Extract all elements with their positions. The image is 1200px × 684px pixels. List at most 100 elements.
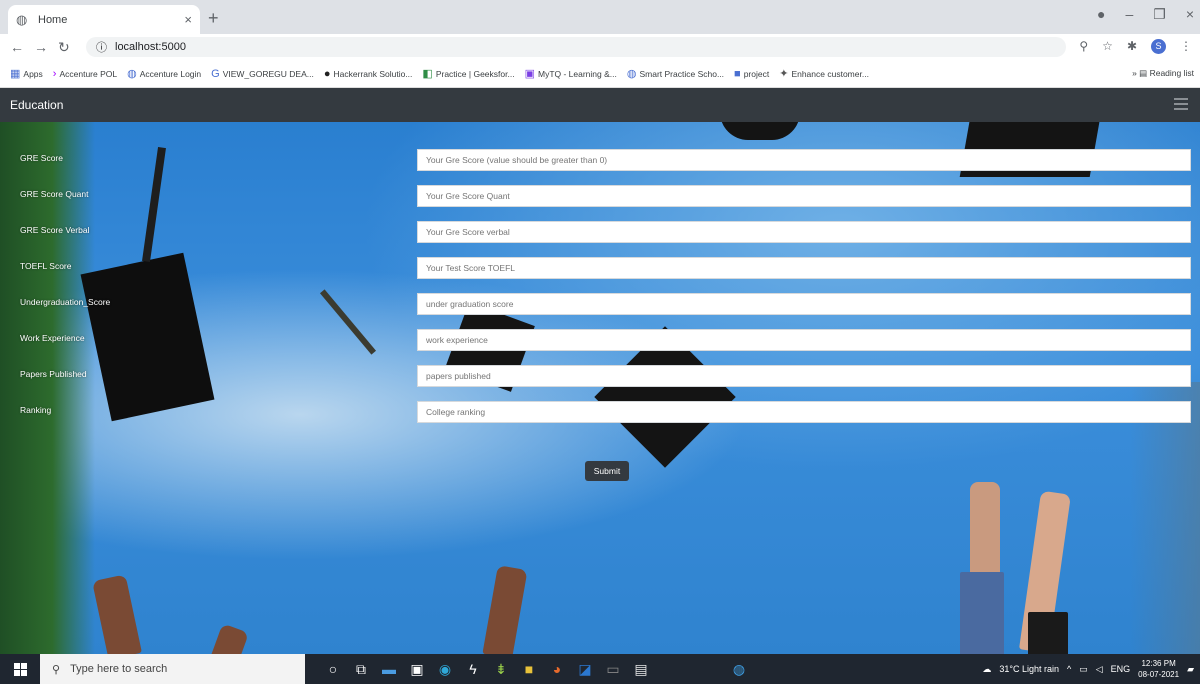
start-button[interactable]	[0, 654, 40, 684]
extensions-icon[interactable]: ✱	[1127, 39, 1137, 54]
notification-icon[interactable]: ▰	[1187, 664, 1194, 675]
browser-tab-strip: ◍ Home × + ● – ❐ ×	[0, 0, 1200, 34]
close-tab-icon[interactable]: ×	[184, 12, 192, 27]
chrome-icon[interactable]: ◕	[543, 654, 571, 684]
search-icon: ⚲	[52, 663, 61, 676]
github-icon: ●	[323, 67, 331, 80]
store-icon[interactable]: ▣	[403, 654, 431, 684]
raised-hand	[482, 565, 528, 654]
undergrad-score-input[interactable]	[417, 293, 1191, 315]
menu-kebab-icon[interactable]: ⋮	[1180, 39, 1192, 54]
address-bar-row: ← → ↻ ⓘ localhost:5000 ⚲ ☆ ✱ S ⋮	[0, 34, 1200, 60]
bookmarks-bar: ▦ Apps › Accenture POL ◍ Accenture Login GV…	[0, 60, 1200, 88]
help-icon[interactable]: ◍	[725, 654, 753, 684]
date: 08-07-2021	[1138, 670, 1180, 679]
network-icon[interactable]: ▭	[1079, 664, 1088, 675]
browser-tab[interactable]: ◍ Home ×	[8, 5, 200, 34]
app-icon[interactable]: ⇟	[487, 654, 515, 684]
bookmark-apps[interactable]: ▦ Apps	[10, 67, 43, 80]
hero-background: GRE Score GRE Score Quant GRE Score Verb…	[0, 122, 1200, 654]
graduation-cap	[720, 122, 800, 140]
globe-icon: ◍	[16, 11, 28, 27]
chevron-up-icon[interactable]: ^	[1067, 664, 1071, 674]
graduation-cap	[80, 252, 215, 422]
gre-score-input[interactable]	[417, 149, 1191, 171]
terminal-icon[interactable]: ▭	[599, 654, 627, 684]
window-controls: ● – ❐ ×	[1097, 6, 1194, 23]
globe-icon: ◍	[127, 68, 137, 80]
url-text: localhost:5000	[115, 41, 186, 53]
edge-icon[interactable]: ◉	[431, 654, 459, 684]
sleeve	[960, 572, 1004, 654]
label-ranking: Ranking	[20, 405, 52, 415]
volume-icon[interactable]: ◁	[1096, 664, 1103, 675]
bookmark-item[interactable]: G VIEW_GOREGU DEA...	[211, 68, 314, 80]
label-undergrad: Undergraduation_Score	[20, 297, 111, 307]
weather-text[interactable]: 31°C Light rain	[999, 664, 1059, 674]
raised-hand	[209, 623, 249, 654]
bookmark-item[interactable]: ● Hackerrank Solutio...	[324, 68, 413, 80]
bookmark-item[interactable]: ✦ Enhance customer...	[779, 67, 869, 80]
windows-taskbar: ⚲ Type here to search ○ ⧉ ▬ ▣ ◉ ϟ ⇟ ■ ◕ …	[0, 654, 1200, 684]
toolbar-icons: ⚲ ☆ ✱ S ⋮	[1079, 39, 1192, 54]
zoom-icon[interactable]: ⚲	[1079, 39, 1088, 54]
gre-verbal-input[interactable]	[417, 221, 1191, 243]
reload-icon[interactable]: ↻	[58, 39, 70, 56]
bookmark-item[interactable]: ◍ Accenture Login	[127, 67, 201, 80]
search-placeholder: Type here to search	[70, 663, 168, 675]
star-icon[interactable]: ☆	[1102, 39, 1113, 54]
vscode-icon[interactable]: ◪	[571, 654, 599, 684]
globe-icon: ◍	[626, 68, 637, 80]
system-tray: ☁ 31°C Light rain ^ ▭ ◁ ENG 12:36 PM 08-…	[982, 654, 1194, 684]
mytq-icon: ▣	[524, 68, 535, 80]
apps-grid-icon: ▦	[10, 68, 21, 80]
back-icon[interactable]: ←	[10, 39, 24, 55]
notepad-icon[interactable]: ▤	[627, 654, 655, 684]
hamburger-menu-icon[interactable]	[1174, 98, 1188, 110]
windows-logo-icon	[13, 662, 27, 676]
cortana-icon[interactable]: ○	[319, 654, 347, 684]
toefl-input[interactable]	[417, 257, 1191, 279]
navbar-brand[interactable]: Education	[10, 98, 63, 112]
tree-foliage	[0, 122, 95, 654]
forward-icon[interactable]: →	[34, 39, 48, 55]
label-gre-score: GRE Score	[20, 153, 63, 163]
bookmark-item[interactable]: ▣ MyTQ - Learning &...	[525, 67, 617, 80]
mail-icon[interactable]: ▬	[375, 654, 403, 684]
file-explorer-icon[interactable]: ■	[515, 654, 543, 684]
language-indicator[interactable]: ENG	[1111, 664, 1131, 674]
minimize-icon[interactable]: –	[1125, 6, 1133, 23]
url-bar[interactable]: ⓘ localhost:5000	[86, 37, 1066, 57]
info-icon[interactable]: ⓘ	[96, 39, 107, 55]
college-ranking-input[interactable]	[417, 401, 1191, 423]
papers-published-input[interactable]	[417, 365, 1191, 387]
clock[interactable]: 12:36 PM 08-07-2021	[1138, 658, 1179, 680]
bookmark-item[interactable]: ■ project	[734, 68, 769, 80]
sparkle-icon: ✦	[779, 68, 789, 80]
time: 12:36 PM	[1141, 659, 1176, 668]
close-window-icon[interactable]: ×	[1186, 6, 1194, 23]
sleeve	[1028, 612, 1068, 654]
bookmark-item[interactable]: ◧ Practice | Geeksfor...	[422, 67, 514, 80]
gre-quant-input[interactable]	[417, 185, 1191, 207]
new-tab-icon[interactable]: +	[208, 8, 219, 29]
task-view-icon[interactable]: ⧉	[347, 654, 375, 684]
app-icon[interactable]: ϟ	[459, 654, 487, 684]
restore-icon[interactable]: ❐	[1153, 6, 1166, 23]
work-experience-input[interactable]	[417, 329, 1191, 351]
weather-icon[interactable]: ☁	[982, 664, 991, 675]
bookmark-item[interactable]: › Accenture POL	[53, 68, 117, 80]
submit-button[interactable]: Submit	[585, 461, 629, 481]
folder-icon: ■	[734, 67, 741, 80]
record-icon[interactable]: ●	[1097, 6, 1105, 23]
tab-title: Home	[38, 13, 68, 26]
reading-list[interactable]: » ▤ Reading list	[1132, 68, 1194, 79]
gfg-icon: ◧	[422, 68, 433, 80]
label-gre-quant: GRE Score Quant	[20, 189, 89, 199]
label-work-experience: Work Experience	[20, 333, 85, 343]
bookmark-item[interactable]: ◍ Smart Practice Scho...	[627, 67, 724, 80]
accenture-icon: ›	[52, 67, 57, 80]
label-toefl: TOEFL Score	[20, 261, 72, 271]
taskbar-search[interactable]: ⚲ Type here to search	[40, 654, 305, 684]
profile-avatar[interactable]: S	[1151, 39, 1166, 54]
